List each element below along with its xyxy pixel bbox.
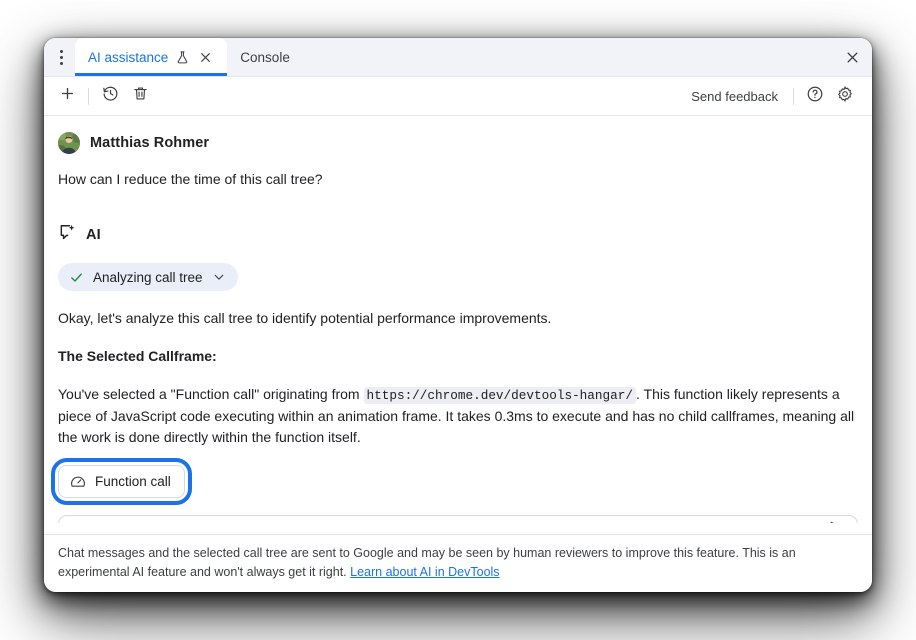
user-header: Matthias Rohmer — [58, 132, 858, 154]
analysis-step-chip[interactable]: Analyzing call tree — [58, 263, 238, 291]
context-chip-function-call[interactable]: Function call — [58, 465, 185, 498]
tab-strip: AI assistance Console — [44, 38, 872, 77]
more-vertical-icon — [60, 50, 63, 65]
chat-input-row[interactable] — [58, 515, 858, 523]
settings-button[interactable] — [830, 83, 860, 109]
more-tabs-button[interactable] — [47, 38, 75, 76]
tab-ai-assistance[interactable]: AI assistance — [75, 38, 227, 76]
learn-about-ai-link[interactable]: Learn about AI in DevTools — [350, 565, 499, 579]
tab-ai-assistance-label: AI assistance — [88, 50, 168, 65]
tab-strip-spacer — [303, 38, 832, 76]
ai-name: AI — [86, 227, 101, 243]
close-panel-button[interactable] — [832, 38, 872, 76]
performance-gauge-icon — [70, 474, 86, 490]
user-message: Matthias Rohmer How can I reduce the tim… — [58, 116, 858, 205]
disclaimer-line-1: Chat messages and the selected call tree… — [58, 546, 739, 560]
help-icon — [806, 85, 824, 108]
ai-paragraph-2-part1: You've selected a "Function call" origin… — [58, 386, 360, 402]
ai-sparkle-icon — [58, 223, 77, 247]
chevron-down-icon[interactable] — [212, 270, 226, 284]
chat-input[interactable] — [72, 522, 823, 524]
avatar — [58, 132, 80, 154]
ai-section-heading: The Selected Callframe: — [58, 346, 858, 367]
origin-url-code: https://chrome.dev/devtools-hangar/ — [364, 387, 636, 404]
toolbar-divider-1 — [88, 88, 89, 105]
tab-close-icon[interactable] — [197, 49, 214, 66]
tab-console-label: Console — [240, 50, 290, 65]
check-icon — [69, 270, 84, 285]
ai-message: AI Analyzing call tree Okay — [58, 205, 858, 504]
user-message-text: How can I reduce the time of this call t… — [58, 171, 858, 187]
devtools-panel: AI assistance Console — [44, 38, 872, 592]
ai-header: AI — [58, 223, 858, 247]
trash-icon — [132, 85, 149, 107]
send-feedback-button[interactable]: Send feedback — [682, 89, 787, 104]
flask-icon — [175, 50, 190, 65]
history-button[interactable] — [95, 83, 125, 109]
ai-paragraph-2: You've selected a "Function call" origin… — [58, 384, 858, 448]
ai-paragraph-1: Okay, let's analyze this call tree to id… — [58, 308, 858, 329]
help-button[interactable] — [800, 83, 830, 109]
analysis-step-label: Analyzing call tree — [93, 270, 203, 285]
plus-icon — [59, 85, 76, 107]
new-chat-button[interactable] — [52, 83, 82, 109]
gear-icon — [836, 85, 854, 108]
tab-console[interactable]: Console — [227, 38, 303, 76]
send-button[interactable] — [823, 516, 851, 523]
toolbar-divider-2 — [793, 88, 794, 105]
screenshot-root: AI assistance Console — [0, 0, 916, 640]
delete-chat-button[interactable] — [125, 83, 155, 109]
user-name: Matthias Rohmer — [90, 135, 209, 151]
chat-body: Matthias Rohmer How can I reduce the tim… — [44, 116, 872, 523]
disclaimer-footer: Chat messages and the selected call tree… — [44, 534, 872, 592]
history-icon — [102, 85, 119, 107]
send-icon — [828, 519, 846, 524]
chat-toolbar: Send feedback — [44, 77, 872, 116]
context-chip-focus-ring: Function call — [58, 465, 185, 498]
context-chip-label: Function call — [95, 474, 171, 489]
